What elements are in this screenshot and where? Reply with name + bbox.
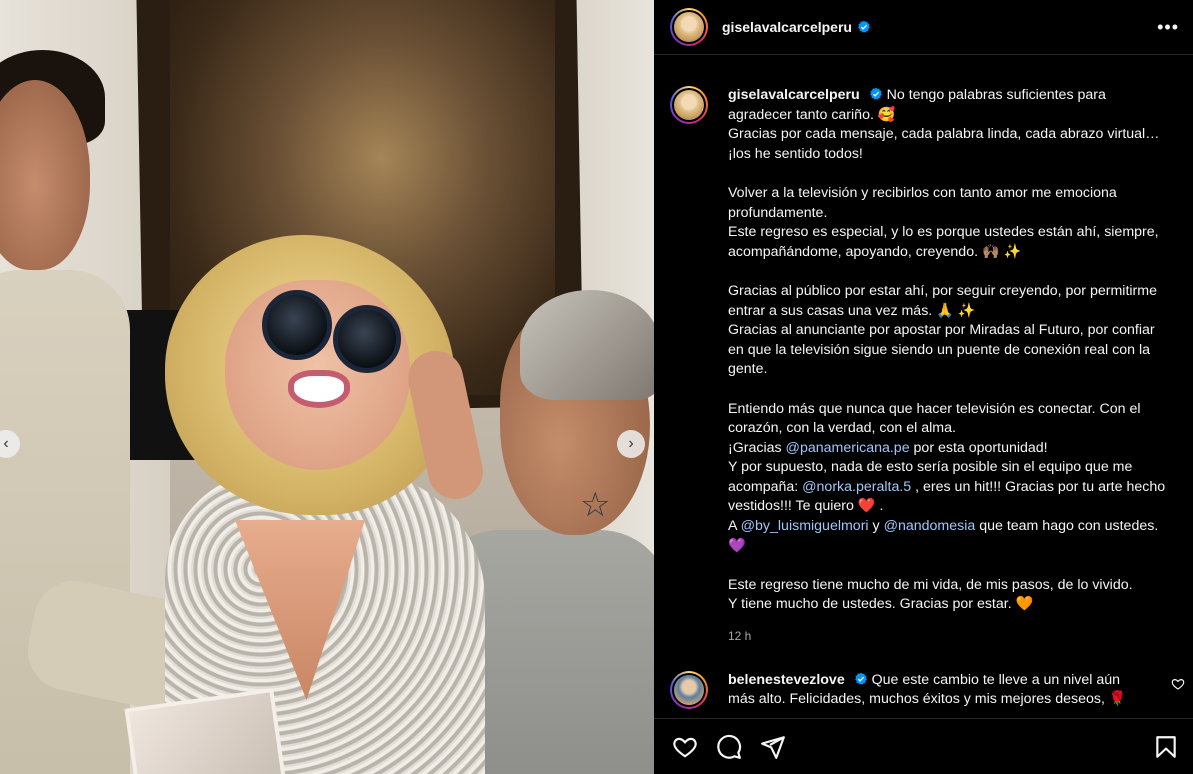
verified-badge-icon <box>858 20 870 33</box>
more-options-button[interactable]: ••• <box>1157 17 1179 38</box>
caption-text: Volver a la televisión y recibirlos con … <box>728 184 1117 221</box>
mention-link[interactable]: @nandomesia <box>884 518 976 534</box>
avatar-image <box>674 90 704 120</box>
post-action-bar <box>654 718 1193 774</box>
caption-username[interactable]: giselavalcarcelperu <box>728 87 860 103</box>
caption-line: ¡Gracias @panamericana.pe por esta oport… <box>728 439 1048 456</box>
post-photo[interactable]: ☆ ‹ › <box>0 0 654 774</box>
caption-text: Gracias por cada mensaje, cada palabra l… <box>728 126 1160 162</box>
mention-link[interactable]: @by_luismiguelmori <box>741 518 869 534</box>
comment-icon[interactable] <box>716 734 742 760</box>
chevron-left-icon: ‹ <box>3 435 9 452</box>
like-comment-heart-icon[interactable] <box>1171 677 1185 691</box>
comments-scroll-area[interactable]: giselavalcarcelperu No tengo palabras su… <box>654 56 1193 718</box>
share-icon[interactable] <box>760 734 786 760</box>
verified-badge-icon <box>869 87 882 100</box>
caption-text: Entiendo más que nunca que hacer televis… <box>728 400 1141 437</box>
more-horizontal-icon: ••• <box>1157 16 1179 37</box>
comment-item: belenestevezlove Que este cambio te llev… <box>654 647 1193 710</box>
caption-line: A @by_luismiguelmori y @nandomesia que t… <box>728 518 1159 554</box>
author-avatar[interactable] <box>670 86 708 124</box>
photo-person-right-hair <box>520 290 654 400</box>
caption-text: Y tiene mucho de ustedes. Gracias por es… <box>728 596 1034 613</box>
post-caption: giselavalcarcelperu No tengo palabras su… <box>728 86 1168 647</box>
post-timestamp[interactable]: 12 h <box>728 627 1168 647</box>
caption-block: giselavalcarcelperu No tengo palabras su… <box>654 56 1193 647</box>
carousel-next-button[interactable]: › <box>617 430 645 458</box>
author-username-link[interactable]: giselavalcarcelperu <box>722 19 871 35</box>
heart-icon[interactable] <box>672 734 698 760</box>
photo-woman-smile <box>288 370 350 408</box>
sunglasses-lens <box>262 290 332 360</box>
mention-link[interactable]: @panamericana.pe <box>786 440 910 456</box>
caption-text: Este regreso tiene mucho de mi vida, de … <box>728 576 1133 593</box>
post-header: giselavalcarcelperu ••• <box>654 0 1193 55</box>
sunglasses-lens <box>333 305 401 373</box>
bookmark-icon[interactable] <box>1153 734 1179 760</box>
caption-text: Gracias al anunciante por apostar por Mi… <box>728 322 1155 378</box>
post-side-panel: giselavalcarcelperu ••• giselavalcarcelp… <box>654 0 1193 774</box>
comment-text-block: belenestevezlove Que este cambio te llev… <box>728 671 1148 710</box>
caption-line: Y por supuesto, nada de esto sería posib… <box>728 459 1166 515</box>
chevron-right-icon: › <box>628 435 634 452</box>
avatar-image <box>674 674 704 705</box>
caption-text: Este regreso es especial, y lo es porque… <box>728 224 1159 260</box>
author-avatar[interactable] <box>670 8 708 46</box>
commenter-avatar[interactable] <box>670 670 708 709</box>
avatar-image <box>674 12 704 42</box>
commenter-username[interactable]: belenestevezlove <box>728 672 845 688</box>
author-username: giselavalcarcelperu <box>722 19 852 35</box>
mention-link[interactable]: @norka.peralta.5 <box>802 479 911 495</box>
star-tattoo: ☆ <box>580 486 611 524</box>
caption-text: Gracias al público por estar ahí, por se… <box>728 282 1157 319</box>
verified-badge-icon <box>854 672 867 685</box>
